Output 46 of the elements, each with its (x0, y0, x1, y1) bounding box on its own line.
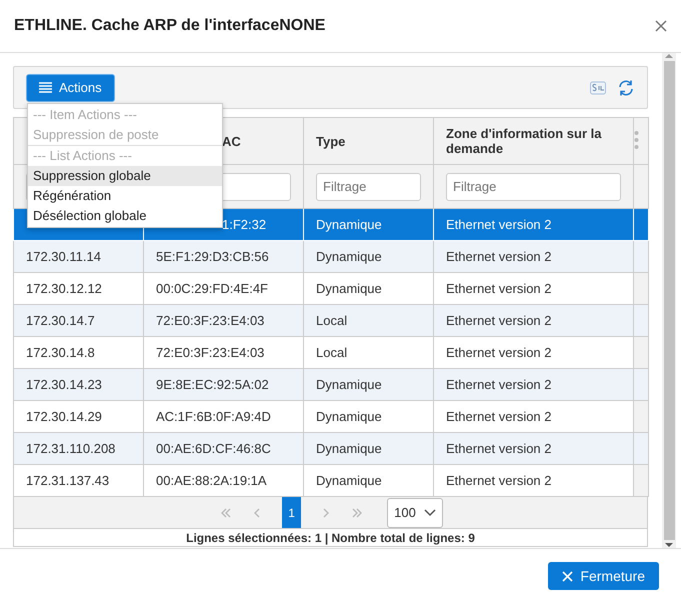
column-header[interactable]: Zone d'information sur la demande (434, 118, 634, 164)
table-row[interactable]: 172.30.11.14 5E:F1:29:D3:CB:56 Dynamique Ethernet version 2 (14, 240, 648, 272)
table-cell: Ethernet version 2 (434, 304, 634, 336)
table-cell: Dynamique (304, 368, 434, 400)
table-cell: Dynamique (304, 432, 434, 464)
table-cell: Local (304, 304, 434, 336)
filter-field[interactable]: Filtrage (316, 172, 421, 200)
table-row[interactable]: 172.31.110.208 00:AE:6D:CF:46:8C Dynamique Ethernet version 2 (14, 432, 648, 464)
close-icon (562, 570, 574, 582)
database-query-icon[interactable] (589, 80, 607, 96)
page-size-select[interactable]: 100 (387, 498, 443, 528)
menu-item[interactable]: Suppression globale (28, 166, 222, 186)
close-button[interactable]: Fermeture (548, 562, 659, 590)
window-title: ETHLINE. Cache ARP de l'interfaceNONE (14, 17, 326, 35)
table-cell: 72:E0:3F:23:E4:03 (144, 304, 304, 336)
table-cell: 172.31.110.208 (14, 432, 144, 464)
table-cell: 5E:F1:29:D3:CB:56 (144, 240, 304, 272)
menu-item[interactable]: Régénération (28, 186, 222, 206)
table-cell: Ethernet version 2 (434, 368, 634, 400)
table-cell: Dynamique (304, 240, 434, 272)
table-cell: 9E:8E:EC:92:5A:02 (144, 368, 304, 400)
filter-field[interactable]: Filtrage (446, 172, 621, 200)
table-cell: 172.30.11.14 (14, 240, 144, 272)
refresh-icon[interactable] (617, 78, 635, 96)
scrollbar[interactable] (662, 53, 676, 548)
column-options[interactable] (634, 118, 648, 164)
menu-icon (39, 82, 52, 93)
status-text: Lignes sélectionnées: 1 | Nombre total de lignes: 9 (13, 529, 648, 547)
page-button[interactable]: 1 (282, 497, 302, 528)
table-cell: 172.30.14.7 (14, 304, 144, 336)
more-icon[interactable] (634, 130, 639, 150)
table-cell: Ethernet version 2 (434, 240, 634, 272)
table-cell: Ethernet version 2 (434, 432, 634, 464)
scroll-up-icon[interactable] (665, 53, 673, 59)
menu-section-label: --- Item Actions --- (32, 106, 138, 124)
table-cell: 172.30.14.23 (14, 368, 144, 400)
scroll-down-icon[interactable] (665, 542, 673, 548)
caret-icon (424, 508, 436, 516)
actions-button[interactable]: Actions (26, 74, 115, 102)
table-cell: Dynamique (304, 208, 434, 240)
table-row[interactable]: 172.30.14.23 9E:8E:EC:92:5A:02 Dynamique Ethernet version 2 (14, 368, 648, 400)
close-icon[interactable] (655, 20, 667, 32)
column-header[interactable]: Type (304, 118, 434, 164)
table-cell: Ethernet version 2 (434, 208, 634, 240)
table-row[interactable]: 172.30.14.7 72:E0:3F:23:E4:03 Local Ethernet version 2 (14, 304, 648, 336)
table-cell: 00:AE:6D:CF:46:8C (144, 432, 304, 464)
